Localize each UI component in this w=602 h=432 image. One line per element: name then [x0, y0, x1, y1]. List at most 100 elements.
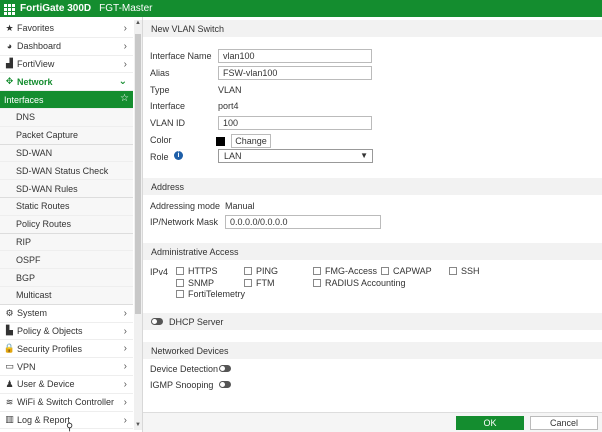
scrollbar-thumb[interactable] [135, 34, 141, 314]
dashboard-icon: ◕ [6, 41, 13, 52]
lock-icon: 🔒 [3, 343, 16, 354]
product-name: FortiGate 300D [20, 3, 92, 14]
ok-button[interactable]: OK [456, 416, 524, 430]
favorite-star-icon[interactable]: ☆ [120, 93, 129, 104]
sidebar-item-label: Policy & Objects [17, 325, 83, 336]
sidebar-item-dashboard[interactable]: ◕ Dashboard › [0, 38, 133, 56]
sidebar-item-favorites[interactable]: ★ Favorites › [0, 20, 133, 38]
role-select-value: LAN [224, 151, 242, 161]
sidebar-item-policy-routes[interactable]: Policy Routes [0, 215, 133, 234]
interface-name-input[interactable]: vlan100 [218, 49, 372, 63]
form-footer: OK Cancel [143, 412, 602, 432]
ssh-checkbox[interactable]: SSH [449, 266, 480, 276]
user-icon: ♟ [5, 378, 14, 389]
chevron-right-icon: › [123, 343, 127, 355]
https-label: HTTPS [188, 266, 218, 276]
checkbox-icon [313, 267, 321, 275]
section-title-new-vlan: New VLAN Switch [143, 20, 602, 37]
dhcp-server-label: DHCP Server [169, 316, 224, 327]
addressing-mode-value: Manual [225, 201, 255, 211]
network-icon: ✥ [5, 76, 14, 87]
search-icon[interactable]: ⚲ [66, 422, 73, 432]
sidebar-item-policy-objects[interactable]: ▙ Policy & Objects › [0, 323, 133, 341]
vlan-id-input[interactable]: 100 [218, 116, 372, 130]
sidebar-item-user-device[interactable]: ♟ User & Device › [0, 376, 133, 394]
radius-accounting-label: RADIUS Accounting [325, 278, 406, 288]
caret-down-icon: ▼ [360, 151, 368, 160]
checkbox-icon [176, 290, 184, 298]
sidebar-item-ospf[interactable]: OSPF [0, 251, 133, 270]
interface-label: Interface [150, 101, 186, 111]
sidebar-item-label: FortiView [17, 58, 55, 69]
sidebar-item-label: Dashboard [17, 41, 62, 52]
sidebar-item-wifi-switch-controller[interactable]: ≋ WiFi & Switch Controller › [0, 394, 133, 412]
sidebar-item-system[interactable]: ⚙ System › [0, 305, 133, 323]
chevron-right-icon: › [123, 325, 127, 337]
hostname: FGT-Master [99, 3, 153, 14]
section-title-networked-devices: Networked Devices [143, 342, 602, 359]
change-color-button[interactable]: Change [231, 134, 271, 148]
main-panel: New VLAN Switch Interface Name vlan100 A… [143, 17, 602, 432]
section-title-address: Address [143, 178, 602, 195]
sidebar-item-label: Log & Report [17, 414, 71, 425]
fortinet-logo-icon [4, 3, 15, 15]
snmp-checkbox[interactable]: SNMP [176, 278, 214, 288]
ping-label: PING [256, 266, 279, 276]
sidebar-item-label: SD-WAN [16, 147, 53, 158]
sidebar-item-label: WiFi & Switch Controller [17, 397, 115, 408]
capwap-label: CAPWAP [393, 266, 432, 276]
https-checkbox[interactable]: HTTPS [176, 266, 218, 276]
sidebar-item-bgp[interactable]: BGP [0, 269, 133, 287]
cancel-button[interactable]: Cancel [530, 416, 598, 430]
top-bar: FortiGate 300D FGT-Master [0, 0, 602, 17]
sidebar-item-rip[interactable]: RIP [0, 233, 133, 252]
sidebar-item-label: SD-WAN Status Check [16, 165, 109, 176]
scroll-down-icon[interactable]: ▼ [134, 422, 142, 430]
dhcp-server-row: DHCP Server [143, 313, 602, 330]
sidebar-item-label: Packet Capture [16, 130, 79, 141]
color-swatch[interactable] [216, 137, 225, 146]
sidebar-item-fortiview[interactable]: ▟ FortiView › [0, 56, 133, 74]
chevron-right-icon: › [123, 58, 127, 70]
radius-accounting-checkbox[interactable]: RADIUS Accounting [313, 278, 406, 288]
device-detection-toggle[interactable] [219, 365, 231, 372]
sidebar-item-sd-wan[interactable]: SD-WAN [0, 144, 133, 163]
sidebar-item-sd-wan-rules[interactable]: SD-WAN Rules [0, 180, 133, 198]
checkbox-icon [176, 279, 184, 287]
sidebar-item-static-routes[interactable]: Static Routes [0, 197, 133, 216]
scroll-up-icon[interactable]: ▲ [134, 20, 142, 28]
sidebar-item-security-profiles[interactable]: 🔒 Security Profiles › [0, 340, 133, 359]
fmg-access-checkbox[interactable]: FMG-Access [313, 266, 377, 276]
sidebar-item-label: VPN [17, 361, 36, 372]
monitor-icon: ▭ [5, 361, 14, 372]
dhcp-server-toggle[interactable] [151, 318, 163, 325]
chevron-right-icon: › [123, 396, 127, 408]
sidebar-item-label: Network [17, 76, 53, 87]
sidebar-scrollbar[interactable]: ▲ ▼ [134, 20, 142, 430]
sidebar-item-label: System [17, 308, 48, 319]
ip-mask-input[interactable]: 0.0.0.0/0.0.0.0 [225, 215, 381, 229]
ftm-checkbox[interactable]: FTM [244, 278, 275, 288]
igmp-snooping-toggle[interactable] [219, 381, 231, 388]
fortitelemetry-checkbox[interactable]: FortiTelemetry [176, 289, 245, 299]
type-value: VLAN [218, 85, 242, 95]
sidebar-item-sd-wan-status-check[interactable]: SD-WAN Status Check [0, 162, 133, 181]
vlan-id-label: VLAN ID [150, 118, 186, 128]
sidebar-item-packet-capture[interactable]: Packet Capture [0, 126, 133, 145]
sidebar-item-multicast[interactable]: Multicast [0, 286, 133, 305]
chevron-right-icon: › [123, 40, 127, 52]
role-select[interactable]: LAN ▼ [218, 149, 373, 163]
sidebar-item-label: Interfaces [4, 94, 44, 105]
sidebar-item-interfaces[interactable]: Interfaces ☆ [0, 91, 133, 109]
alias-input[interactable]: FSW-vlan100 [218, 66, 372, 80]
interface-value: port4 [218, 101, 239, 111]
sidebar-item-dns[interactable]: DNS [0, 108, 133, 127]
info-icon[interactable]: i [174, 151, 183, 160]
star-icon: ★ [5, 22, 14, 33]
ping-checkbox[interactable]: PING [244, 266, 278, 276]
capwap-checkbox[interactable]: CAPWAP [381, 266, 432, 276]
sidebar-item-vpn[interactable]: ▭ VPN › [0, 358, 133, 376]
sidebar-item-network[interactable]: ✥ Network ⌄ [0, 73, 133, 92]
device-detection-label: Device Detection [150, 364, 219, 374]
sidebar-item-label: DNS [16, 112, 36, 123]
